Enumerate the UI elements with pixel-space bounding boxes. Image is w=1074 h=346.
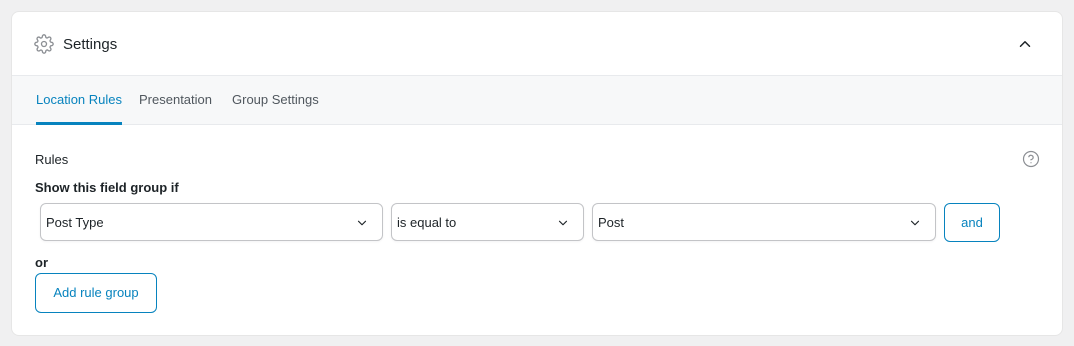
- rule-param-value: Post Type: [46, 215, 104, 230]
- tab-bar: Location Rules Presentation Group Settin…: [12, 76, 1062, 125]
- add-rule-group-button[interactable]: Add rule group: [35, 273, 157, 313]
- settings-panel: Settings Location Rules Presentation Gro…: [11, 11, 1063, 336]
- help-circle-icon[interactable]: [1022, 150, 1040, 168]
- rule-operator-value: is equal to: [397, 215, 457, 230]
- rule-value-value: Post: [598, 215, 625, 230]
- rule-operator-select[interactable]: is equal to: [391, 203, 584, 241]
- panel-title: Settings: [63, 36, 118, 53]
- chevron-down-icon: [357, 220, 367, 226]
- and-button[interactable]: and: [944, 203, 1000, 242]
- chevron-down-icon: [910, 220, 920, 226]
- gear-icon: [34, 34, 54, 54]
- rules-label: Rules: [35, 152, 69, 167]
- chevron-down-icon: [558, 220, 568, 226]
- tab-presentation[interactable]: Presentation: [139, 76, 212, 124]
- show-field-group-if-label: Show this field group if: [35, 180, 179, 195]
- or-label: or: [35, 255, 48, 270]
- tab-location-rules[interactable]: Location Rules: [36, 76, 122, 125]
- rule-value-select[interactable]: Post: [592, 203, 936, 241]
- chevron-up-icon[interactable]: [1016, 35, 1034, 53]
- tab-group-settings[interactable]: Group Settings: [232, 76, 319, 124]
- panel-header[interactable]: Settings: [12, 12, 1062, 76]
- rule-param-select[interactable]: Post Type: [40, 203, 383, 241]
